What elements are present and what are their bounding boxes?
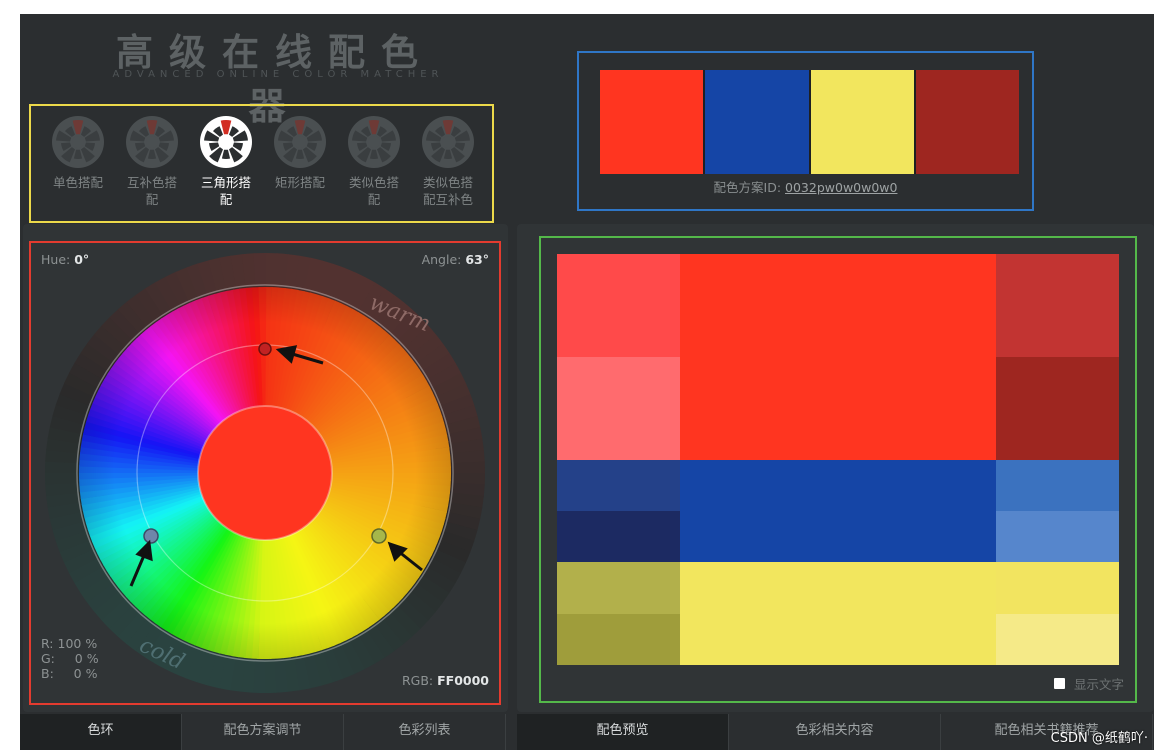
analogic-complement-wheel-icon [422,116,474,168]
tab[interactable]: 色环 [20,714,182,750]
preview-color-block [680,459,996,563]
mono-wheel-icon [52,116,104,168]
mode-option[interactable]: 单色搭配 [41,114,115,208]
color-wheel-section: Hue: 0° Angle: 63° warm cold R: 100 % G:… [29,241,501,705]
preview-color-block [557,459,680,511]
color-matcher-app: 高级在线配色器 ADVANCED ONLINE COLOR MATCHER 单色… [20,14,1154,750]
preview-color-block [996,459,1119,511]
analogic-wheel-icon [348,116,400,168]
selected-color-center [197,405,333,541]
preview-color-block [996,562,1119,614]
scheme-id-link[interactable]: 0032pw0w0w0w0 [785,180,897,195]
scheme-swatch[interactable] [915,70,1019,174]
tab[interactable]: 色彩相关内容 [729,714,941,750]
preview-color-block [996,254,1119,357]
scheme-swatch[interactable] [810,70,914,174]
mode-option[interactable]: 类似色搭配 [337,114,411,208]
mode-option[interactable]: 互补色搭配 [115,114,189,208]
complement-wheel-icon [126,116,178,168]
preview-color-block [557,356,680,460]
scheme-swatch[interactable] [705,70,809,174]
triad-wheel-icon [200,116,252,168]
app-subtitle: ADVANCED ONLINE COLOR MATCHER [112,69,444,80]
rgb-percent-readout: R: 100 % G: 0 % B: 0 % [41,636,99,681]
preview-color-block [557,562,680,614]
hue-marker-primary[interactable] [258,342,272,356]
tab[interactable]: 配色预览 [517,714,729,750]
scheme-id-label: 配色方案ID: [713,180,786,195]
scheme-id: 配色方案ID: 0032pw0w0w0w0 [579,177,1032,196]
preview-color-block [557,254,680,357]
preview-color-block [680,254,996,460]
mode-label: 三角形搭配 [200,175,251,207]
scheme-swatch-panel: 配色方案ID: 0032pw0w0w0w0 [577,51,1034,211]
preview-color-block [680,562,996,665]
hue-marker-tertiary[interactable] [143,528,159,544]
color-wheel[interactable]: warm cold [33,253,497,693]
preview-color-block [557,510,680,563]
wheel-panel-tabs: 色环 配色方案调节 色彩列表 [20,714,506,750]
hue-marker-secondary[interactable] [371,528,387,544]
mode-label: 类似色搭配互补色 [422,175,473,207]
mode-label: 互补色搭配 [126,175,177,207]
mode-label: 单色搭配 [52,175,103,190]
preview-grid [557,254,1119,665]
show-text-checkbox[interactable] [1053,678,1065,689]
show-text-label: 显示文字 [1073,677,1124,692]
tab[interactable]: 配色方案调节 [182,714,344,750]
mode-option[interactable]: 类似色搭配互补色 [411,114,485,208]
swatch-row [600,70,1019,174]
tab[interactable]: 色彩列表 [344,714,506,750]
rgb-hex-readout: RGB: FF0000 [401,673,489,688]
mode-option[interactable]: 三角形搭配 [189,114,263,208]
preview-color-block [996,613,1119,665]
show-text-toggle[interactable]: 显示文字 [1053,674,1124,693]
preview-color-block [996,356,1119,460]
mode-option[interactable]: 矩形搭配 [263,114,337,208]
color-preview-section: 显示文字 [539,236,1137,703]
mode-label: 类似色搭配 [348,175,399,207]
scheme-mode-selector: 单色搭配 互补色搭配 三角形搭配 矩形搭配 类似色搭配 类似色搭配互补色 [29,104,494,223]
preview-color-block [557,613,680,665]
mode-label: 矩形搭配 [274,175,325,190]
scheme-swatch[interactable] [600,70,704,174]
tetrad-wheel-icon [274,116,326,168]
preview-color-block [996,510,1119,563]
watermark: CSDN @纸鹤吖· [1050,731,1148,746]
